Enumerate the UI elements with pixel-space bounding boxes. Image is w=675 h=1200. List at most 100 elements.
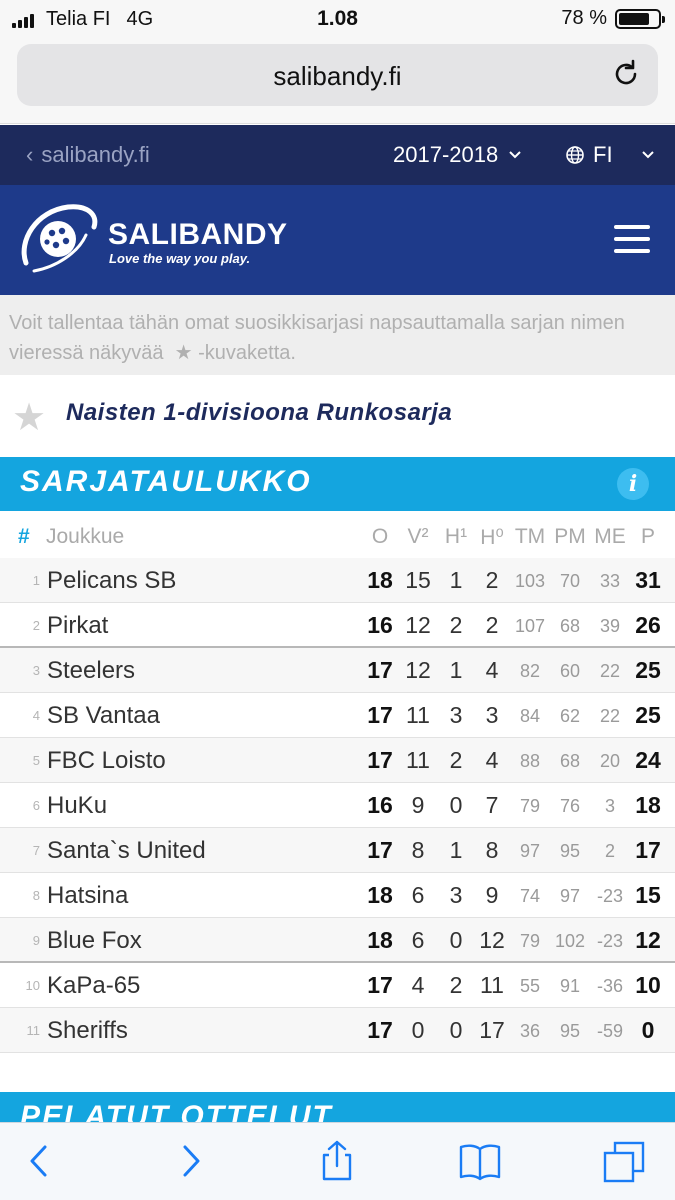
points: 10 bbox=[635, 972, 661, 998]
goals-against: 70 bbox=[559, 571, 581, 591]
address-bar[interactable]: salibandy.fi bbox=[17, 44, 658, 106]
battery-icon bbox=[615, 8, 665, 29]
points: 12 bbox=[635, 927, 661, 953]
season-selector[interactable]: 2017-2018 bbox=[393, 142, 522, 168]
goal-difference: 20 bbox=[599, 751, 621, 771]
table-row[interactable]: 10 KaPa-65 17 4 2 11 55 91 -36 10 bbox=[0, 963, 675, 1008]
goals-for: 74 bbox=[519, 886, 541, 906]
games-played: 17 bbox=[367, 702, 393, 728]
reload-icon[interactable] bbox=[610, 58, 642, 90]
losses: 9 bbox=[485, 882, 499, 908]
goals-for: 79 bbox=[519, 931, 541, 951]
goals-against: 95 bbox=[559, 841, 581, 861]
goals-against: 97 bbox=[559, 886, 581, 906]
goal-difference: 33 bbox=[599, 571, 621, 591]
series-title: Naisten 1-divisioona Runkosarja bbox=[66, 399, 453, 426]
games-played: 17 bbox=[367, 747, 393, 773]
row-rank: 7 bbox=[32, 843, 40, 858]
team-name[interactable]: HuKu bbox=[47, 792, 107, 820]
back-icon[interactable] bbox=[18, 1139, 62, 1183]
games-played: 18 bbox=[367, 567, 393, 593]
info-icon[interactable]: i bbox=[617, 468, 649, 500]
losses: 2 bbox=[485, 612, 499, 638]
team-name[interactable]: Steelers bbox=[47, 657, 135, 685]
table-row[interactable]: 5 FBC Loisto 17 11 2 4 88 68 20 24 bbox=[0, 738, 675, 783]
language-selector[interactable]: FI bbox=[565, 142, 655, 168]
points: 31 bbox=[635, 567, 661, 593]
team-name[interactable]: KaPa-65 bbox=[47, 972, 140, 1000]
series-title-row: ★ Naisten 1-divisioona Runkosarja bbox=[0, 376, 675, 456]
wins: 6 bbox=[411, 882, 425, 908]
goals-for: 82 bbox=[519, 661, 541, 681]
browser-address-area: salibandy.fi bbox=[0, 38, 675, 124]
favourite-star-icon[interactable]: ★ bbox=[12, 395, 46, 440]
goals-against: 76 bbox=[559, 796, 581, 816]
losses-ot: 2 bbox=[449, 972, 463, 998]
losses: 8 bbox=[485, 837, 499, 863]
table-row[interactable]: 7 Santa`s United 17 8 1 8 97 95 2 17 bbox=[0, 828, 675, 873]
share-icon[interactable] bbox=[315, 1139, 359, 1183]
column-o: O bbox=[371, 525, 389, 548]
row-rank: 3 bbox=[32, 663, 40, 678]
hint-text-after: -kuvaketta. bbox=[198, 342, 296, 364]
table-row[interactable]: 9 Blue Fox 18 6 0 12 79 102 -23 12 bbox=[0, 918, 675, 963]
goal-difference: 22 bbox=[599, 661, 621, 681]
games-played: 17 bbox=[367, 657, 393, 683]
chevron-down-icon bbox=[509, 151, 521, 159]
points: 25 bbox=[635, 702, 661, 728]
column-me: ME bbox=[594, 525, 626, 548]
team-name[interactable]: Pelicans SB bbox=[47, 567, 176, 595]
team-name[interactable]: Hatsina bbox=[47, 882, 128, 910]
team-name[interactable]: Pirkat bbox=[47, 612, 108, 640]
goals-for: 88 bbox=[519, 751, 541, 771]
team-name[interactable]: SB Vantaa bbox=[47, 702, 160, 730]
forward-icon[interactable] bbox=[168, 1139, 212, 1183]
team-name[interactable]: FBC Loisto bbox=[47, 747, 166, 775]
wins: 0 bbox=[411, 1017, 425, 1043]
team-name[interactable]: Sheriffs bbox=[47, 1017, 128, 1045]
goal-difference: -36 bbox=[596, 976, 623, 996]
goals-for: 97 bbox=[519, 841, 541, 861]
standings-header: SARJATAULUKKO i bbox=[0, 457, 675, 511]
wins: 8 bbox=[411, 837, 425, 863]
losses: 3 bbox=[485, 702, 499, 728]
losses-ot: 0 bbox=[449, 1017, 463, 1043]
column-h1: H¹ bbox=[444, 525, 468, 548]
salibandy-logo-icon[interactable] bbox=[16, 201, 100, 277]
losses-ot: 1 bbox=[449, 657, 463, 683]
back-to-site-link[interactable]: ‹ salibandy.fi bbox=[26, 142, 150, 168]
star-icon: ★ bbox=[169, 342, 199, 364]
table-row[interactable]: 4 SB Vantaa 17 11 3 3 84 62 22 25 bbox=[0, 693, 675, 738]
language-label: FI bbox=[593, 142, 613, 167]
menu-icon[interactable] bbox=[614, 225, 650, 253]
column-p: P bbox=[640, 525, 655, 548]
wins: 12 bbox=[405, 612, 431, 638]
points: 17 bbox=[635, 837, 661, 863]
battery-percent: 78 % bbox=[561, 7, 607, 29]
goals-against: 95 bbox=[559, 1021, 581, 1041]
table-row[interactable]: 2 Pirkat 16 12 2 2 107 68 39 26 bbox=[0, 603, 675, 648]
row-rank: 2 bbox=[32, 618, 40, 633]
chevron-down-icon bbox=[641, 151, 654, 159]
losses-ot: 3 bbox=[449, 882, 463, 908]
team-name[interactable]: Blue Fox bbox=[47, 927, 142, 955]
bookmarks-icon[interactable] bbox=[458, 1139, 502, 1183]
table-row[interactable]: 3 Steelers 17 12 1 4 82 60 22 25 bbox=[0, 648, 675, 693]
row-rank: 5 bbox=[32, 753, 40, 768]
table-row[interactable]: 1 Pelicans SB 18 15 1 2 103 70 33 31 bbox=[0, 558, 675, 603]
goals-against: 60 bbox=[559, 661, 581, 681]
row-rank: 4 bbox=[32, 708, 40, 723]
wins: 15 bbox=[405, 567, 431, 593]
table-row[interactable]: 11 Sheriffs 17 0 0 17 36 95 -59 0 bbox=[0, 1008, 675, 1053]
losses-ot: 2 bbox=[449, 747, 463, 773]
losses: 17 bbox=[479, 1017, 505, 1043]
table-row[interactable]: 6 HuKu 16 9 0 7 79 76 3 18 bbox=[0, 783, 675, 828]
column-h0: H⁰ bbox=[480, 526, 504, 549]
goals-against: 91 bbox=[559, 976, 581, 996]
table-row[interactable]: 8 Hatsina 18 6 3 9 74 97 -23 15 bbox=[0, 873, 675, 918]
team-name[interactable]: Santa`s United bbox=[47, 837, 206, 865]
losses: 7 bbox=[485, 792, 499, 818]
goal-difference: -59 bbox=[596, 1021, 623, 1041]
losses: 11 bbox=[480, 972, 504, 998]
tabs-icon[interactable] bbox=[602, 1139, 646, 1183]
